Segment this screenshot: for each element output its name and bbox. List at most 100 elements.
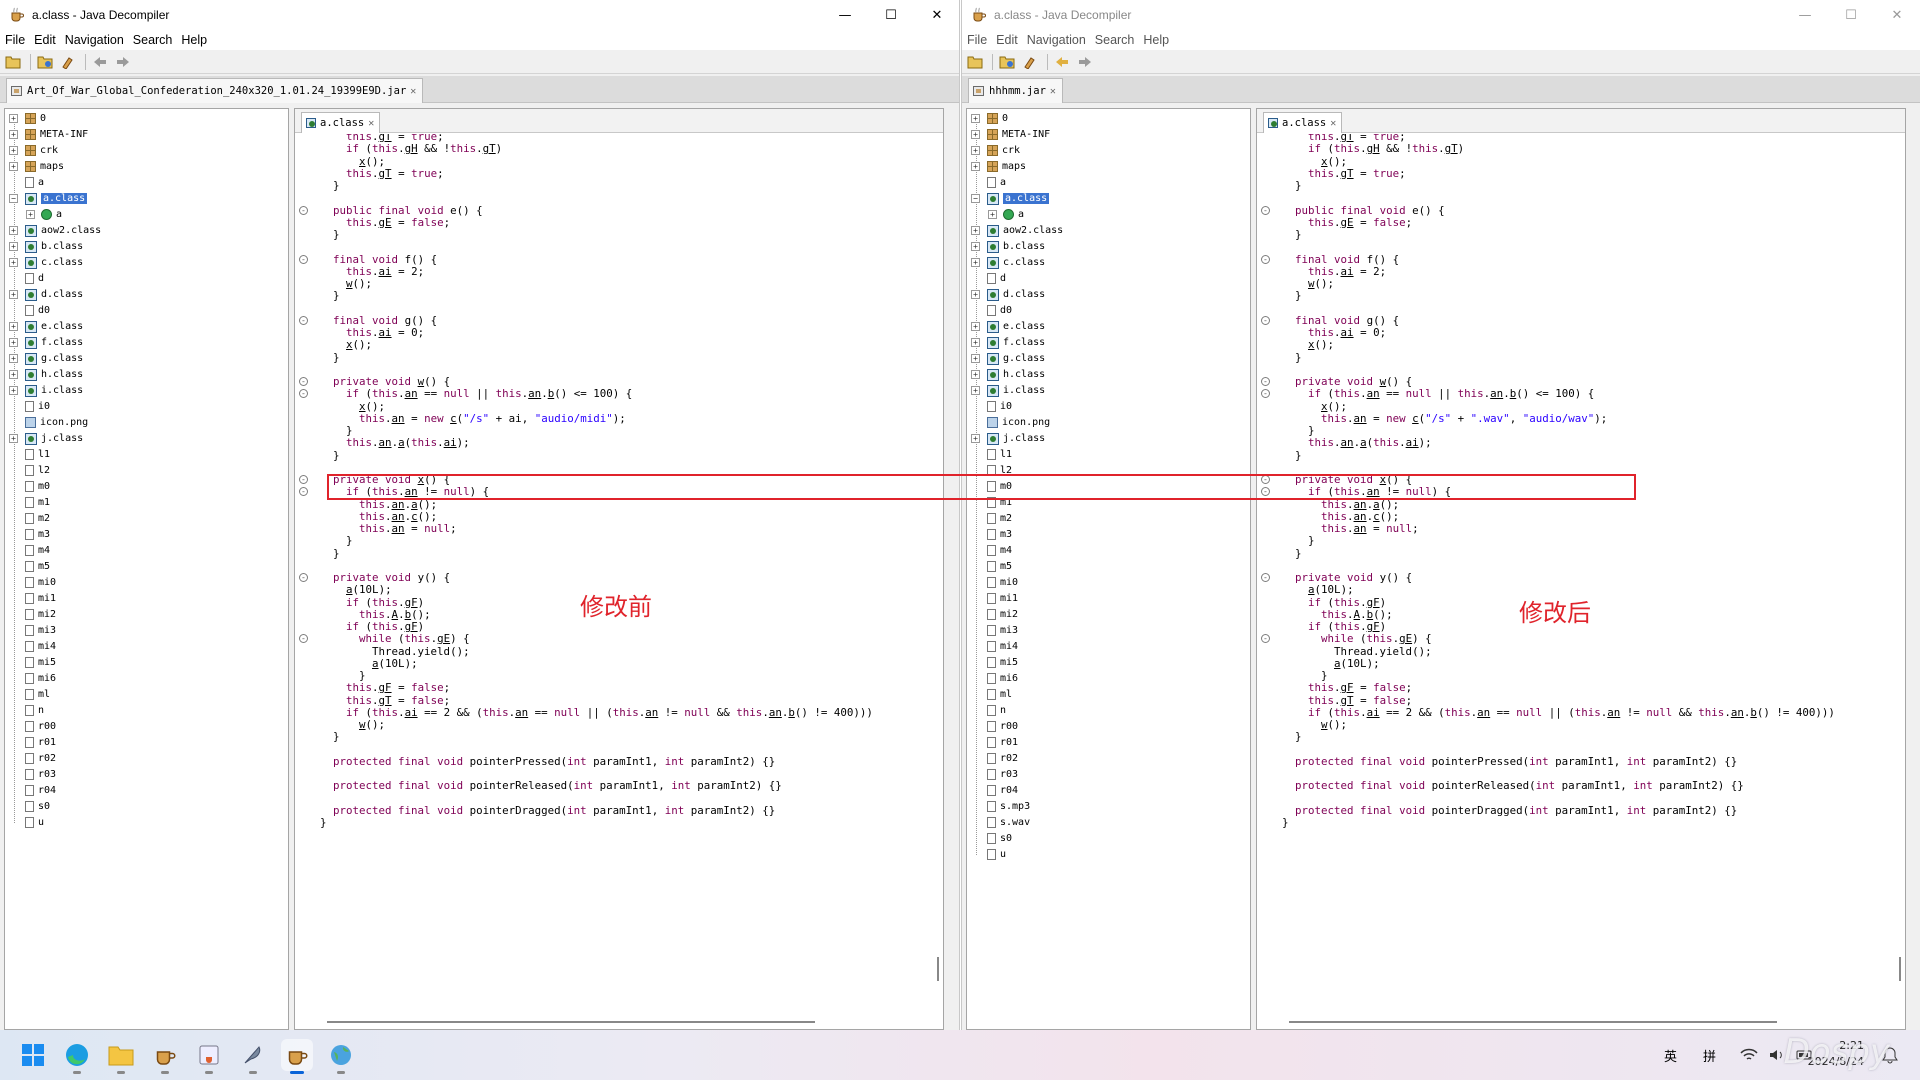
tree-item[interactable]: + META-INF <box>971 128 1050 141</box>
expand-toggle-icon[interactable]: + <box>9 114 18 123</box>
tree-item[interactable]: mi2 <box>25 608 56 621</box>
fold-toggle-icon[interactable]: - <box>299 205 308 215</box>
package-tree[interactable]: +0 + META-INF + crk + maps a − a.class + a + aow2.cla… <box>4 108 289 1030</box>
expand-toggle-icon[interactable]: + <box>971 162 980 171</box>
expand-toggle-icon[interactable]: + <box>971 242 980 251</box>
forward-arrow-icon[interactable] <box>113 53 133 71</box>
tree-item[interactable]: + c.class <box>971 256 1045 269</box>
tree-item[interactable]: mi2 <box>987 608 1018 621</box>
expand-toggle-icon[interactable]: + <box>971 322 980 331</box>
fold-toggle-icon[interactable]: - <box>1261 254 1270 264</box>
expand-toggle-icon[interactable]: + <box>9 258 18 267</box>
tree-item[interactable]: mi4 <box>987 640 1018 653</box>
tree-item[interactable]: + META-INF <box>9 128 88 141</box>
tree-item[interactable]: + j.class <box>9 432 83 445</box>
fold-toggle-icon[interactable]: - <box>1261 573 1270 582</box>
ime-language-indicator[interactable]: 英 <box>1664 1046 1677 1065</box>
fold-toggle-icon[interactable]: - <box>299 475 308 484</box>
tree-item[interactable]: n <box>25 704 44 717</box>
fold-toggle-icon[interactable]: - <box>299 254 308 264</box>
tree-item[interactable]: m3 <box>987 528 1012 541</box>
horizontal-scrollbar[interactable] <box>1289 1021 1777 1023</box>
vertical-scrollbar[interactable] <box>937 957 939 981</box>
feather-app-icon[interactable] <box>237 1039 269 1074</box>
tree-item[interactable]: d0 <box>987 304 1012 317</box>
tree-item[interactable]: − a.class <box>971 192 1050 205</box>
tree-item[interactable]: mi3 <box>987 624 1018 637</box>
expand-toggle-icon[interactable]: + <box>26 210 35 219</box>
fold-toggle-icon[interactable]: - <box>1261 315 1270 325</box>
expand-toggle-icon[interactable]: + <box>9 146 18 155</box>
tree-item[interactable]: r01 <box>987 736 1018 749</box>
menu-file[interactable]: File <box>967 33 987 47</box>
tree-item[interactable]: m2 <box>987 512 1012 525</box>
expand-toggle-icon[interactable]: + <box>988 210 997 219</box>
tree-item[interactable]: + b.class <box>9 240 83 253</box>
tree-item[interactable]: m4 <box>25 544 50 557</box>
menu-edit[interactable]: Edit <box>996 33 1018 47</box>
minimize-button[interactable]: — <box>822 0 868 30</box>
menu-file[interactable]: File <box>5 33 25 47</box>
expand-toggle-icon[interactable]: + <box>971 114 980 123</box>
tree-item[interactable]: + i.class <box>971 384 1045 397</box>
tree-item[interactable]: m0 <box>25 480 50 493</box>
jar-file-tab[interactable]: hhhmm.jar ✕ <box>968 78 1063 103</box>
expand-toggle-icon[interactable]: + <box>9 130 18 139</box>
tree-item[interactable]: mi4 <box>25 640 56 653</box>
tree-item[interactable]: i0 <box>987 400 1012 413</box>
expand-toggle-icon[interactable]: + <box>9 434 18 443</box>
tree-item[interactable]: ml <box>987 688 1012 701</box>
tree-item[interactable]: m4 <box>987 544 1012 557</box>
fold-toggle-icon[interactable]: - <box>1261 634 1270 644</box>
tree-item[interactable]: m3 <box>25 528 50 541</box>
tree-item[interactable]: r02 <box>987 752 1018 765</box>
expand-toggle-icon[interactable]: + <box>971 290 980 299</box>
tree-item[interactable]: r02 <box>25 752 56 765</box>
tree-item[interactable]: mi6 <box>987 672 1018 685</box>
tree-item[interactable]: + j.class <box>971 432 1045 445</box>
maximize-button[interactable]: ☐ <box>868 0 914 30</box>
tree-item[interactable]: r00 <box>987 720 1018 733</box>
globe-app-icon[interactable] <box>325 1039 357 1074</box>
tree-item[interactable]: s0 <box>25 800 50 813</box>
tree-item[interactable]: icon.png <box>987 416 1050 429</box>
maximize-button[interactable]: ☐ <box>1828 0 1874 30</box>
tree-item[interactable]: mi5 <box>25 656 56 669</box>
menu-navigation[interactable]: Navigation <box>65 33 124 47</box>
java-decompiler-active-icon[interactable] <box>281 1039 313 1074</box>
source-code[interactable]: this.gT = true; if (this.gH && !this.gT)… <box>320 134 929 1029</box>
tree-item[interactable]: mi0 <box>987 576 1018 589</box>
editor-tab-a-class[interactable]: a.class ✕ <box>301 112 381 133</box>
tree-item[interactable]: a <box>25 176 44 189</box>
tree-item[interactable]: + d.class <box>971 288 1045 301</box>
menu-help[interactable]: Help <box>1143 33 1169 47</box>
tree-item[interactable]: + f.class <box>971 336 1045 349</box>
fold-toggle-icon[interactable]: - <box>299 315 308 325</box>
expand-toggle-icon[interactable]: + <box>9 162 18 171</box>
close-tab-icon[interactable]: ✕ <box>1330 118 1336 129</box>
back-arrow-icon[interactable] <box>90 53 110 71</box>
tree-item[interactable]: + g.class <box>9 352 83 365</box>
open-type-icon[interactable] <box>997 53 1017 71</box>
expand-toggle-icon[interactable]: + <box>9 242 18 251</box>
tree-item[interactable]: + d.class <box>9 288 83 301</box>
tree-item[interactable]: − a.class <box>9 192 88 205</box>
tree-item[interactable]: +0 <box>971 112 1008 125</box>
fold-toggle-icon[interactable]: - <box>299 487 308 497</box>
tree-item[interactable]: mi1 <box>25 592 56 605</box>
expand-toggle-icon[interactable]: + <box>9 386 18 395</box>
close-button[interactable]: ✕ <box>914 0 959 30</box>
code-editor[interactable]: a.class ✕ - - - - - - - - - this.gT = true; if (t… <box>294 108 944 1030</box>
expand-toggle-icon[interactable]: + <box>9 226 18 235</box>
tree-item[interactable]: + i.class <box>9 384 83 397</box>
tree-item[interactable]: + aow2.class <box>9 224 101 237</box>
windows-start-icon[interactable] <box>17 1039 49 1071</box>
tree-item[interactable]: s.wav <box>987 816 1030 829</box>
tree-item[interactable]: + aow2.class <box>971 224 1063 237</box>
title-bar[interactable]: a.class - Java Decompiler — ☐ ✕ <box>0 0 959 30</box>
tree-item[interactable]: m2 <box>25 512 50 525</box>
minimize-button[interactable]: — <box>1782 0 1828 30</box>
tree-item[interactable]: m5 <box>987 560 1012 573</box>
tree-item[interactable]: ml <box>25 688 50 701</box>
open-file-icon[interactable] <box>3 53 23 71</box>
